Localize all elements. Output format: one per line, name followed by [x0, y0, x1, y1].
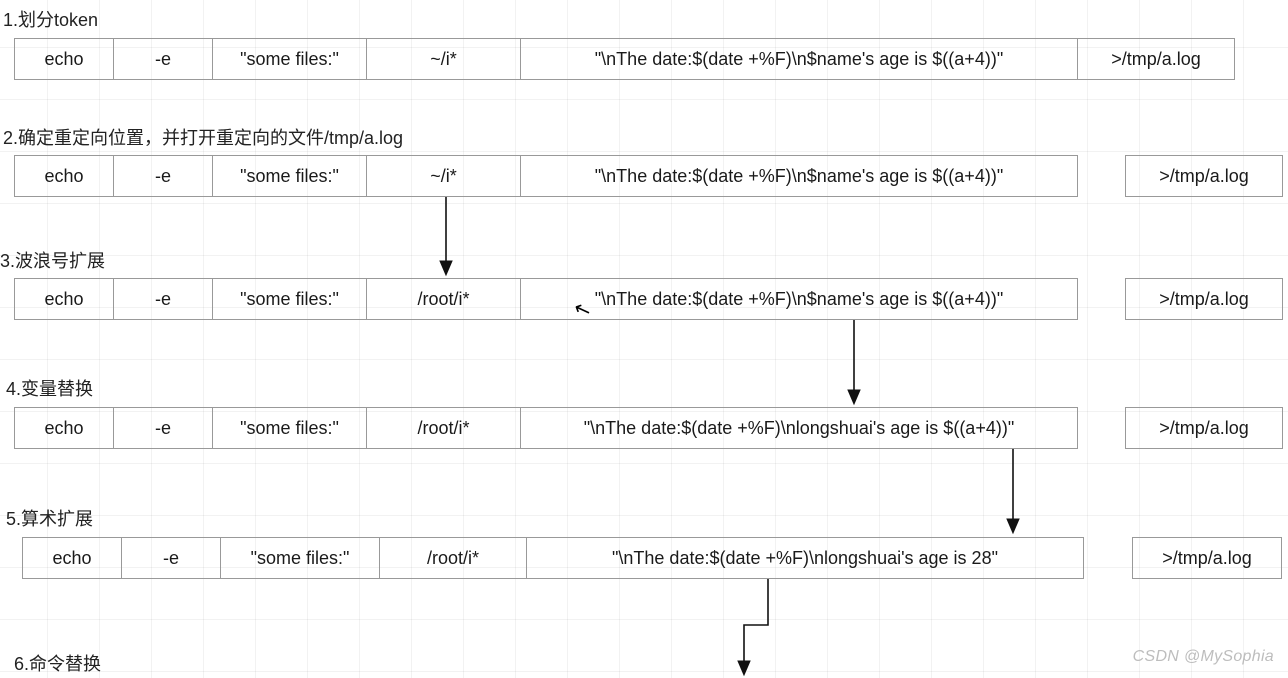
cell-redir-detached: >/tmp/a.log [1125, 407, 1283, 449]
cell-somefiles: "some files:" [212, 155, 367, 197]
arrow-tilde-expand [436, 197, 456, 277]
cell-root-i: /root/i* [366, 407, 521, 449]
cell-echo: echo [14, 38, 114, 80]
cell-echo: echo [14, 407, 114, 449]
row2: echo -e "some files:" ~/i* "\nThe date:$… [14, 155, 1078, 197]
cell-long2: "\nThe date:$(date +%F)\nlongshuai's age… [520, 407, 1078, 449]
row5: echo -e "some files:" /root/i* "\nThe da… [22, 537, 1084, 579]
cell-redir-detached: >/tmp/a.log [1125, 155, 1283, 197]
cell-root-i: /root/i* [366, 278, 521, 320]
cell-echo: echo [14, 155, 114, 197]
cell-long1: "\nThe date:$(date +%F)\n$name's age is … [520, 278, 1078, 320]
cell-dash-e: -e [113, 38, 213, 80]
step1-label: 1.划分token [3, 6, 98, 32]
cell-redir-detached: >/tmp/a.log [1125, 278, 1283, 320]
cell-dash-e: -e [113, 407, 213, 449]
cell-tilde: ~/i* [366, 155, 521, 197]
cell-dash-e: -e [113, 155, 213, 197]
arrow-cmd-subst [728, 579, 788, 677]
cell-redir-detached: >/tmp/a.log [1132, 537, 1282, 579]
cell-somefiles: "some files:" [220, 537, 380, 579]
step4-label: 4.变量替换 [6, 375, 93, 401]
cell-redir: >/tmp/a.log [1077, 38, 1235, 80]
cell-root-i: /root/i* [379, 537, 527, 579]
step3-label: 3.波浪号扩展 [0, 247, 105, 273]
cell-somefiles: "some files:" [212, 278, 367, 320]
row1: echo -e "some files:" ~/i* "\nThe date:$… [14, 38, 1235, 80]
watermark: CSDN @MySophia [1133, 648, 1274, 666]
step5-label: 5.算术扩展 [6, 505, 93, 531]
cell-echo: echo [14, 278, 114, 320]
row4: echo -e "some files:" /root/i* "\nThe da… [14, 407, 1078, 449]
step2-label: 2.确定重定向位置，并打开重定向的文件/tmp/a.log [3, 124, 403, 150]
cell-long3: "\nThe date:$(date +%F)\nlongshuai's age… [526, 537, 1084, 579]
cell-tilde: ~/i* [366, 38, 521, 80]
diagram-canvas: 1.划分token echo -e "some files:" ~/i* "\n… [0, 0, 1288, 678]
cell-long1: "\nThe date:$(date +%F)\n$name's age is … [520, 38, 1078, 80]
step6-label: 6.命令替换 [14, 650, 101, 676]
cell-dash-e: -e [121, 537, 221, 579]
cell-echo: echo [22, 537, 122, 579]
cell-long1: "\nThe date:$(date +%F)\n$name's age is … [520, 155, 1078, 197]
row3: echo -e "some files:" /root/i* "\nThe da… [14, 278, 1078, 320]
cell-dash-e: -e [113, 278, 213, 320]
cell-somefiles: "some files:" [212, 38, 367, 80]
cell-somefiles: "some files:" [212, 407, 367, 449]
arrow-arith-expand [1003, 449, 1023, 535]
arrow-var-subst [844, 320, 864, 406]
